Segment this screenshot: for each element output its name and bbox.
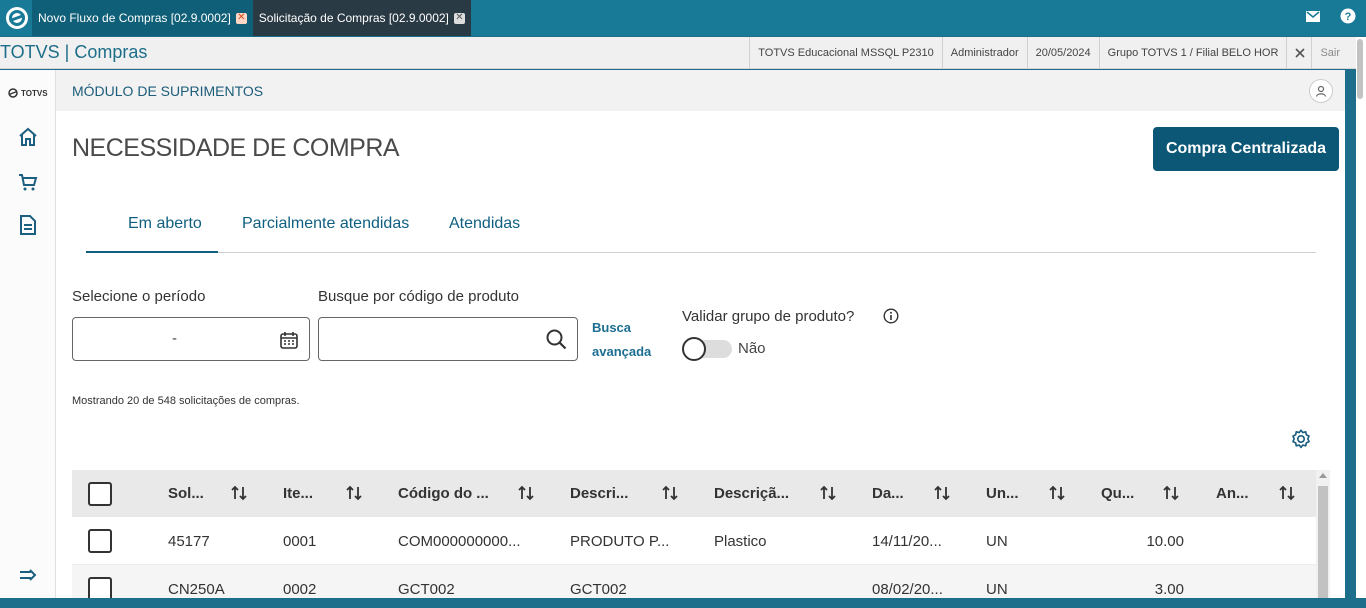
column-header[interactable]: Qu... [1101, 470, 1134, 517]
exit-button[interactable]: Sair [1286, 37, 1356, 69]
calendar-icon[interactable] [279, 330, 299, 355]
user-info[interactable]: Administrador [941, 37, 1027, 69]
totvs-logo-icon [2, 3, 32, 33]
period-label: Selecione o período [72, 288, 206, 305]
period-value: - [172, 330, 177, 347]
column-header[interactable]: Descriçã... [714, 470, 789, 517]
purchase-requests-table: Sol... Ite... Código do ... Descri... De… [72, 470, 1316, 598]
sort-icon[interactable] [661, 484, 679, 502]
page-scrollbar[interactable] [1356, 37, 1366, 608]
sort-icon[interactable] [230, 484, 248, 502]
main-content: MÓDULO DE SUPRIMENTOS NECESSIDADE DE COM… [56, 70, 1345, 598]
column-header[interactable]: An... [1216, 470, 1249, 517]
table-cell: GCT002 [570, 580, 627, 598]
sort-icon[interactable] [517, 484, 535, 502]
column-header[interactable]: Código do ... [398, 470, 489, 517]
advanced-search-link[interactable]: Busca avançada [592, 316, 651, 364]
module-bar: MÓDULO DE SUPRIMENTOS [56, 70, 1345, 111]
table-cell: 14/11/20... [872, 532, 942, 550]
home-icon[interactable] [16, 125, 40, 149]
svg-text:?: ? [1345, 11, 1352, 23]
expand-icon[interactable] [16, 563, 40, 587]
table-cell: UN [986, 580, 1008, 598]
exit-label: Sair [1311, 37, 1348, 69]
tab-label: Solicitação de Compras [02.9.0002] [258, 11, 449, 25]
table-cell: UN [986, 532, 1008, 550]
product-code-label: Busque por código de produto [318, 288, 519, 305]
sort-icon[interactable] [345, 484, 363, 502]
sort-icon[interactable] [1162, 484, 1180, 502]
sort-icon[interactable] [1048, 484, 1066, 502]
bottom-strip [0, 598, 1366, 608]
table-cell: 08/02/20... [872, 580, 943, 598]
document-icon[interactable] [16, 213, 40, 237]
user-avatar-icon[interactable] [1309, 79, 1333, 103]
table-cell: 10.00 [1146, 532, 1184, 550]
table-cell: PRODUTO P... [570, 532, 670, 550]
table-header: Sol... Ite... Código do ... Descri... De… [72, 470, 1316, 517]
column-header[interactable]: Un... [986, 470, 1019, 517]
tab-novo-fluxo-compras[interactable]: Novo Fluxo de Compras [02.9.0002] ✕ [32, 0, 253, 36]
gear-icon[interactable] [1290, 428, 1312, 450]
close-icon[interactable]: ✕ [235, 12, 247, 24]
app-header: TOTVS | Compras TOTVS Educacional MSSQL … [0, 37, 1356, 69]
sort-icon[interactable] [1278, 484, 1296, 502]
results-count: Mostrando 20 de 548 solicitações de comp… [72, 395, 300, 407]
mail-icon[interactable] [1306, 9, 1320, 27]
select-all-checkbox[interactable] [88, 482, 112, 506]
product-code-search-input[interactable] [318, 317, 578, 361]
sidebar: TOTVS [0, 70, 56, 598]
help-icon[interactable]: ? [1340, 8, 1356, 29]
table-cell: 45177 [168, 532, 210, 550]
status-tabs: Em aberto Parcialmente atendidas Atendid… [86, 198, 1316, 253]
validate-group-label: Validar grupo de produto? [682, 308, 855, 325]
tab-solicitacao-compras[interactable]: Solicitação de Compras [02.9.0002] ✕ [252, 0, 471, 36]
cart-icon[interactable] [16, 170, 40, 194]
table-row[interactable]: CN250A 0002 GCT002 GCT002 08/02/20... UN… [72, 565, 1316, 598]
sort-icon[interactable] [819, 484, 837, 502]
window-tab-bar: Novo Fluxo de Compras [02.9.0002] ✕ Soli… [0, 0, 1366, 36]
sort-icon[interactable] [933, 484, 951, 502]
compra-centralizada-button[interactable]: Compra Centralizada [1153, 127, 1339, 171]
branch-info[interactable]: Grupo TOTVS 1 / Filial BELO HOR [1098, 37, 1287, 69]
tab-atendidas[interactable]: Atendidas [449, 215, 520, 233]
close-icon [1295, 48, 1306, 58]
column-header[interactable]: Descri... [570, 470, 628, 517]
table-cell: 0001 [283, 532, 317, 550]
period-field[interactable]: - [72, 317, 310, 361]
column-header[interactable]: Ite... [283, 470, 313, 517]
sidebar-logo: TOTVS [8, 88, 48, 98]
tab-label: Novo Fluxo de Compras [02.9.0002] [38, 11, 231, 25]
info-icon[interactable] [883, 308, 899, 329]
validate-group-value: Não [738, 340, 766, 357]
active-tab-indicator [86, 251, 218, 253]
column-header[interactable]: Da... [872, 470, 904, 517]
search-icon[interactable] [546, 329, 567, 355]
table-cell: 3.00 [1154, 580, 1184, 598]
tab-em-aberto[interactable]: Em aberto [128, 215, 202, 233]
close-icon[interactable]: ✕ [453, 12, 465, 24]
date-info[interactable]: 20/05/2024 [1026, 37, 1099, 69]
validate-group-toggle[interactable] [682, 337, 732, 361]
table-row[interactable]: 45177 0001 COM000000000... PRODUTO P... … [72, 517, 1316, 565]
page-title: NECESSIDADE DE COMPRA [72, 134, 400, 162]
database-info: TOTVS Educacional MSSQL P2310 [749, 37, 941, 69]
table-scrollbar[interactable] [1316, 470, 1330, 598]
table-cell: 0002 [283, 580, 317, 598]
scroll-up-arrow-icon[interactable] [1319, 473, 1327, 478]
table-cell: CN250A [168, 580, 225, 598]
table-cell: COM000000000... [398, 532, 521, 550]
row-checkbox[interactable] [88, 529, 112, 553]
table-cell: Plastico [714, 532, 767, 550]
app-brand: TOTVS | Compras [0, 42, 148, 62]
row-checkbox[interactable] [88, 577, 112, 598]
column-header[interactable]: Sol... [168, 470, 204, 517]
table-cell: GCT002 [398, 580, 455, 598]
tab-parcialmente-atendidas[interactable]: Parcialmente atendidas [242, 215, 409, 233]
module-title: MÓDULO DE SUPRIMENTOS [72, 83, 264, 99]
